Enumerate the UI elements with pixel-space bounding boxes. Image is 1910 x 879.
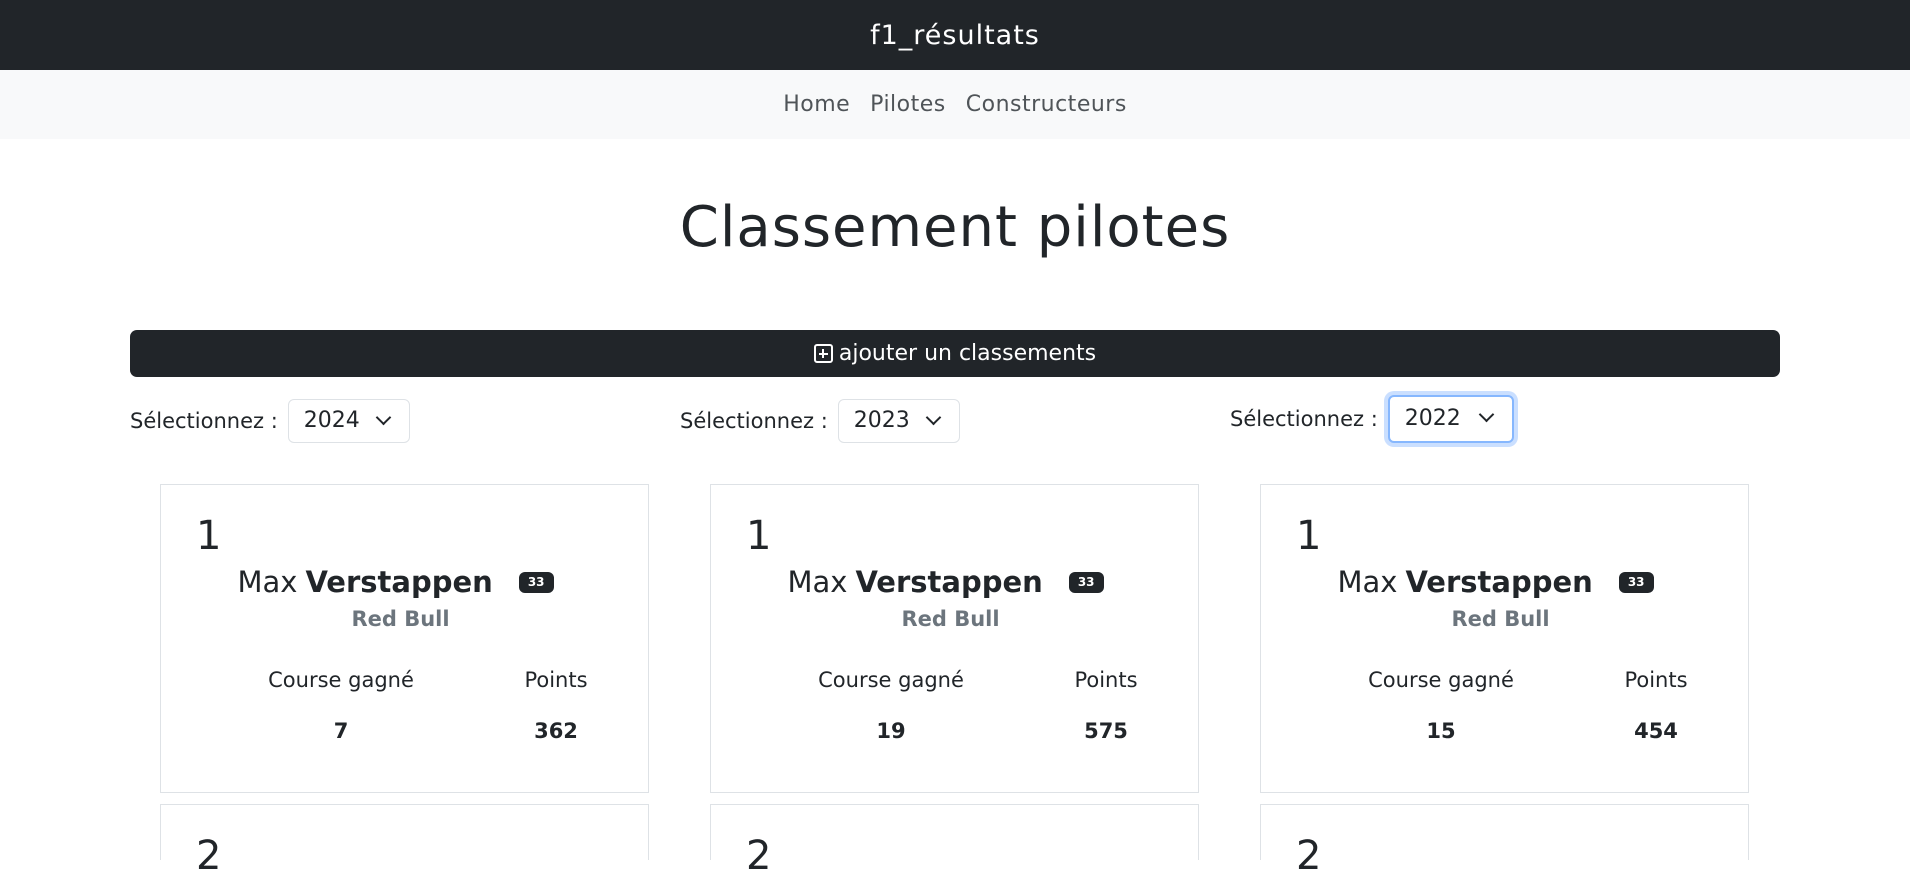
driver-card: 1 Max Verstappen 33 Red Bull Course gagn… bbox=[160, 484, 649, 793]
driver-name: Max Verstappen 33 bbox=[1261, 565, 1750, 599]
points-header: Points bbox=[524, 668, 588, 692]
chevron-down-icon bbox=[925, 409, 942, 425]
driver-team: Red Bull bbox=[1451, 607, 1550, 631]
wins-header: Course gagné bbox=[1368, 668, 1514, 692]
year-select-value: 2024 bbox=[303, 408, 360, 433]
year-select-group: Sélectionnez : 2024 bbox=[130, 397, 410, 444]
driver-number-badge: 33 bbox=[1618, 571, 1654, 593]
driver-card: 2 bbox=[160, 804, 649, 879]
nav-link-pilotes[interactable]: Pilotes bbox=[870, 92, 946, 117]
top-header: f1_résultats bbox=[0, 0, 1910, 70]
driver-name: Max Verstappen 33 bbox=[161, 565, 650, 599]
driver-last-name: Verstappen bbox=[305, 565, 493, 599]
wins-header: Course gagné bbox=[818, 668, 964, 692]
year-select-label: Sélectionnez : bbox=[1230, 406, 1378, 431]
app-title: f1_résultats bbox=[870, 19, 1040, 51]
year-select-label: Sélectionnez : bbox=[130, 408, 278, 433]
driver-rank: 2 bbox=[1296, 833, 1322, 879]
year-select-group: Sélectionnez : 2022 bbox=[1230, 394, 1514, 443]
year-select[interactable]: 2022 bbox=[1387, 394, 1514, 443]
wins-header: Course gagné bbox=[268, 668, 414, 692]
driver-rank: 2 bbox=[746, 833, 772, 879]
wins-value: 15 bbox=[1426, 719, 1456, 743]
driver-first-name: Max bbox=[1337, 565, 1398, 599]
driver-card: 1 Max Verstappen 33 Red Bull Course gagn… bbox=[1260, 484, 1749, 793]
points-value: 454 bbox=[1634, 719, 1678, 743]
driver-number-badge: 33 bbox=[518, 571, 554, 593]
driver-first-name: Max bbox=[787, 565, 848, 599]
driver-card: 1 Max Verstappen 33 Red Bull Course gagn… bbox=[710, 484, 1199, 793]
wins-value: 19 bbox=[876, 719, 906, 743]
wins-value: 7 bbox=[333, 719, 349, 743]
year-select-label: Sélectionnez : bbox=[680, 408, 828, 433]
nav-link-constructeurs[interactable]: Constructeurs bbox=[966, 92, 1127, 117]
driver-card: 2 bbox=[1260, 804, 1749, 879]
chevron-down-icon bbox=[375, 409, 392, 425]
driver-first-name: Max bbox=[237, 565, 298, 599]
chevron-down-icon bbox=[1478, 406, 1495, 422]
plus-square-icon bbox=[813, 344, 833, 363]
page-title: Classement pilotes bbox=[679, 195, 1231, 260]
year-select-value: 2023 bbox=[853, 408, 910, 433]
year-select[interactable]: 2023 bbox=[837, 398, 960, 443]
points-value: 362 bbox=[534, 719, 578, 743]
year-select[interactable]: 2024 bbox=[287, 398, 410, 443]
driver-name: Max Verstappen 33 bbox=[711, 565, 1200, 599]
nav-link-home[interactable]: Home bbox=[783, 92, 850, 117]
driver-rank: 1 bbox=[1296, 513, 1322, 559]
points-value: 575 bbox=[1084, 719, 1128, 743]
main-nav: Home Pilotes Constructeurs bbox=[0, 70, 1910, 139]
add-standings-label: ajouter un classements bbox=[838, 341, 1097, 366]
driver-last-name: Verstappen bbox=[1405, 565, 1593, 599]
driver-last-name: Verstappen bbox=[855, 565, 1043, 599]
driver-rank: 1 bbox=[196, 513, 222, 559]
driver-rank: 1 bbox=[746, 513, 772, 559]
driver-team: Red Bull bbox=[901, 607, 1000, 631]
points-header: Points bbox=[1074, 668, 1138, 692]
year-select-value: 2022 bbox=[1404, 406, 1461, 431]
driver-number-badge: 33 bbox=[1068, 571, 1104, 593]
add-standings-button[interactable]: ajouter un classements bbox=[130, 330, 1780, 377]
driver-rank: 2 bbox=[196, 833, 222, 879]
year-select-group: Sélectionnez : 2023 bbox=[680, 397, 960, 444]
driver-team: Red Bull bbox=[351, 607, 450, 631]
points-header: Points bbox=[1624, 668, 1688, 692]
driver-card: 2 bbox=[710, 804, 1199, 879]
